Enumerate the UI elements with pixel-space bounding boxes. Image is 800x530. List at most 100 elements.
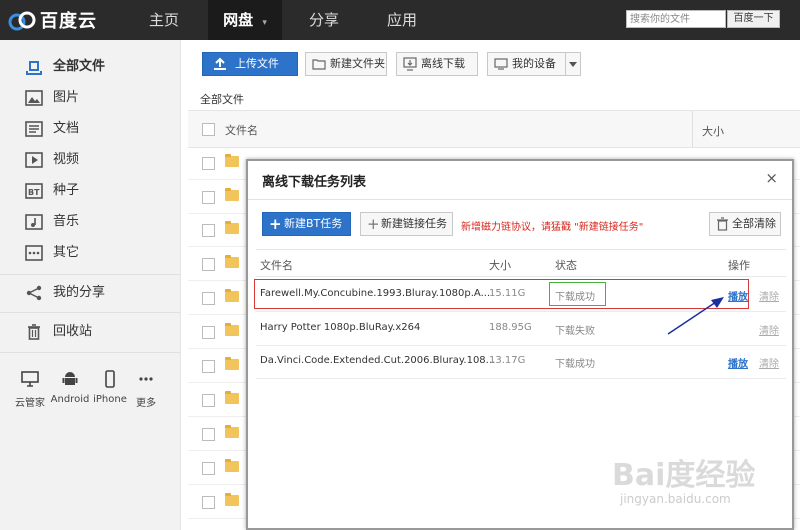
clear-link[interactable]: 清除 (759, 288, 779, 303)
device-android[interactable]: Android (50, 370, 90, 405)
sidebar-item-torrents[interactable]: BT 种子 (0, 177, 180, 205)
sidebar-item-music[interactable]: 音乐 (0, 208, 180, 236)
clear-link[interactable]: 清除 (759, 355, 779, 370)
row-checkbox[interactable] (202, 462, 215, 475)
plus-icon: + (269, 215, 282, 233)
logo-text: 百度云 (40, 11, 97, 32)
nav-disk[interactable]: 网盘 ▾ (208, 0, 282, 40)
sidebar-item-my-share[interactable]: 我的分享 (0, 279, 180, 307)
upload-icon (214, 57, 226, 70)
clear-all-button[interactable]: 全部清除 (709, 212, 781, 236)
offline-download-button[interactable]: 离线下载 (396, 52, 478, 76)
sidebar-divider (0, 274, 180, 275)
my-device-button-label: 我的设备 (512, 57, 556, 70)
sidebar-divider (0, 312, 180, 313)
sidebar-item-label: 回收站 (53, 324, 93, 339)
all-files-icon (26, 61, 42, 75)
sidebar-item-documents[interactable]: 文档 (0, 115, 180, 143)
row-checkbox[interactable] (202, 428, 215, 441)
task-status: 下载成功 (555, 359, 595, 370)
offline-download-icon (403, 57, 417, 71)
monitor-icon (21, 371, 39, 387)
folder-icon (225, 493, 239, 506)
watermark-url: jingyan.baidu.com (620, 492, 731, 506)
folder-icon (225, 391, 239, 404)
new-link-task-button[interactable]: + 新建链接任务 (360, 212, 453, 236)
dialog-divider (248, 199, 792, 200)
magnet-notice: 新增磁力链协议，请猛戳 "新建链接任务" (461, 222, 644, 233)
folder-icon (225, 188, 239, 201)
sidebar-item-other[interactable]: 其它 (0, 239, 180, 267)
new-folder-icon (312, 59, 326, 70)
sidebar-item-all-files[interactable]: 全部文件 (0, 53, 180, 81)
plus-icon: + (367, 215, 380, 233)
play-link[interactable]: 播放 (728, 355, 748, 370)
file-table-header: 文件名 大小 (188, 110, 800, 148)
nav-apps[interactable]: 应用 (370, 0, 434, 40)
row-checkbox[interactable] (202, 191, 215, 204)
logo[interactable]: 百度云 (8, 6, 97, 34)
select-all-checkbox[interactable] (202, 123, 215, 136)
device-label: Android (50, 394, 90, 405)
device-iphone[interactable]: iPhone (90, 370, 130, 405)
sidebar-item-label: 种子 (53, 183, 80, 198)
row-checkbox[interactable] (202, 224, 215, 237)
task-row: Harry Potter 1080p.BluRay.x264 188.95G 下… (256, 312, 786, 346)
sidebar-divider (0, 352, 180, 353)
new-link-task-label: 新建链接任务 (381, 217, 447, 230)
clear-all-label: 全部清除 (732, 217, 776, 230)
row-checkbox[interactable] (202, 258, 215, 271)
search-input[interactable]: 搜索你的文件 (626, 10, 726, 28)
dialog-title: 离线下载任务列表 (262, 175, 367, 190)
sidebar-item-label: 图片 (53, 90, 80, 105)
device-dropdown-toggle[interactable] (565, 53, 580, 75)
column-header-name[interactable]: 文件名 (225, 122, 258, 138)
caret-down-icon (569, 62, 577, 67)
chevron-down-icon: ▾ (262, 18, 267, 28)
my-device-button[interactable]: 我的设备 (487, 52, 581, 76)
row-checkbox[interactable] (202, 496, 215, 509)
sidebar-item-recycle-bin[interactable]: 回收站 (0, 318, 180, 346)
image-icon (25, 90, 43, 106)
folder-icon (225, 221, 239, 234)
new-bt-task-label: 新建BT任务 (284, 217, 343, 230)
sidebar-item-label: 音乐 (53, 214, 80, 229)
device-cloud-manager[interactable]: 云管家 (10, 370, 50, 409)
task-name: Harry Potter 1080p.BluRay.x264 (260, 322, 421, 333)
row-checkbox[interactable] (202, 326, 215, 339)
breadcrumb[interactable]: 全部文件 (200, 91, 244, 107)
android-icon (62, 372, 78, 385)
nav-home[interactable]: 主页 (132, 0, 196, 40)
upload-button-label: 上传文件 (235, 57, 279, 70)
offline-download-button-label: 离线下载 (421, 57, 465, 70)
sidebar-item-videos[interactable]: 视频 (0, 146, 180, 174)
column-header-size[interactable]: 大小 (702, 123, 724, 139)
upload-button[interactable]: 上传文件 (202, 52, 298, 76)
row-checkbox[interactable] (202, 394, 215, 407)
row-checkbox[interactable] (202, 360, 215, 373)
task-name: Da.Vinci.Code.Extended.Cut.2006.Bluray.1… (260, 355, 496, 366)
folder-icon (225, 154, 239, 167)
folder-icon (225, 357, 239, 370)
share-icon (26, 285, 42, 301)
new-folder-button[interactable]: 新建文件夹 (305, 52, 387, 76)
device-label: 云管家 (15, 398, 45, 409)
folder-icon (225, 459, 239, 472)
search-button[interactable]: 百度一下 (727, 10, 780, 28)
task-size: 13.17G (489, 355, 526, 366)
trash-icon (28, 324, 40, 340)
sidebar-item-label: 文档 (53, 121, 80, 136)
task-column-action: 操作 (728, 259, 750, 272)
row-checkbox[interactable] (202, 292, 215, 305)
clear-link[interactable]: 清除 (759, 322, 779, 337)
device-more[interactable]: 更多 (126, 370, 166, 409)
sidebar-item-images[interactable]: 图片 (0, 84, 180, 112)
close-icon[interactable]: × (765, 169, 778, 187)
device-label: iPhone (93, 394, 127, 405)
row-checkbox[interactable] (202, 157, 215, 170)
nav-share[interactable]: 分享 (292, 0, 356, 40)
new-bt-task-button[interactable]: + 新建BT任务 (262, 212, 351, 236)
highlight-box-status (549, 282, 606, 306)
task-row: Da.Vinci.Code.Extended.Cut.2006.Bluray.1… (256, 345, 786, 379)
new-folder-button-label: 新建文件夹 (330, 57, 385, 70)
